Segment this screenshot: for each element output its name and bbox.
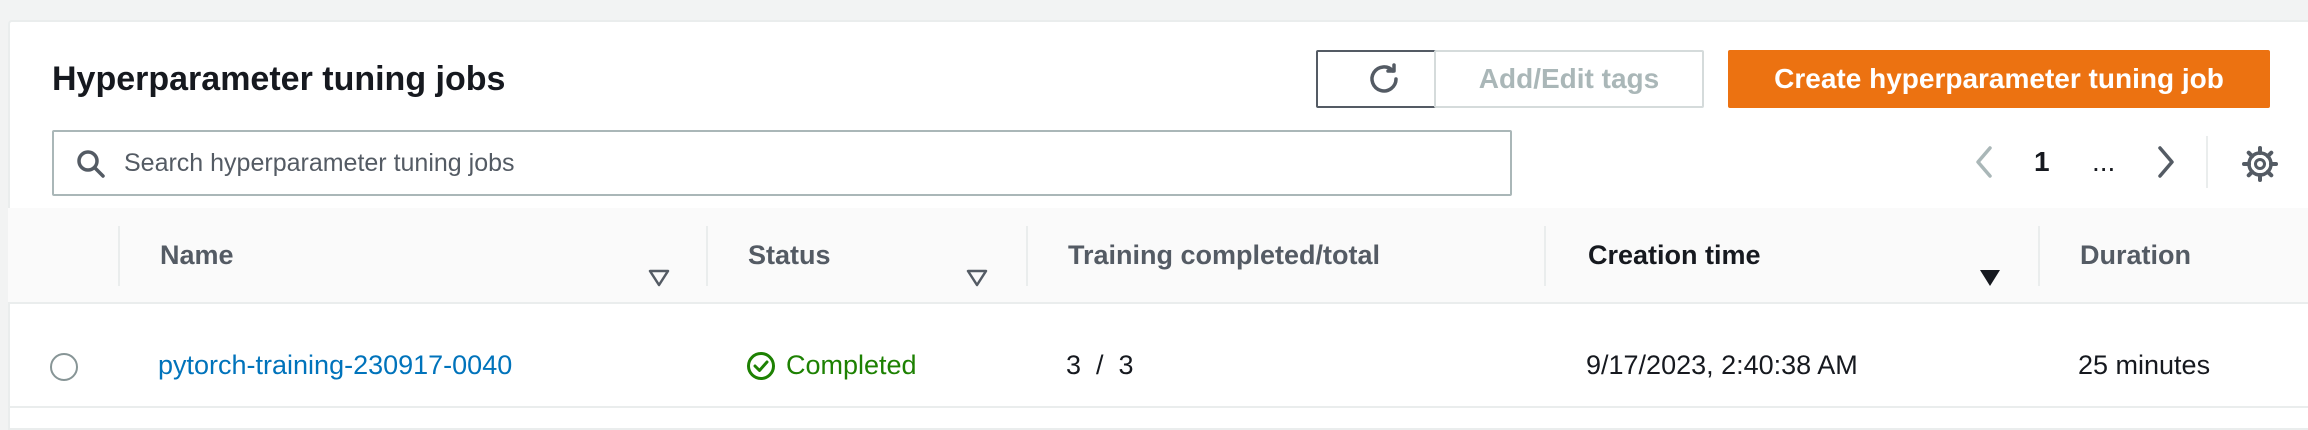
chevron-right-icon	[2158, 146, 2174, 178]
status-badge: Completed	[746, 350, 917, 381]
column-header-status[interactable]: Status	[748, 240, 831, 271]
search-box	[52, 130, 1512, 196]
search-icon	[77, 150, 105, 178]
sort-descending-icon[interactable]	[1978, 268, 2002, 288]
training-count: 3 / 3	[1066, 350, 1134, 380]
column-divider	[1544, 226, 1546, 286]
column-divider	[2038, 226, 2040, 286]
previous-page-button[interactable]	[1972, 142, 2002, 182]
column-divider	[706, 226, 708, 286]
column-header-duration[interactable]: Duration	[2080, 240, 2191, 271]
column-header-creation-time[interactable]: Creation time	[1588, 240, 1761, 271]
duration: 25 minutes	[2078, 350, 2211, 380]
sort-icon[interactable]	[647, 268, 671, 288]
check-circle-icon	[747, 351, 775, 380]
current-page[interactable]: 1	[2034, 142, 2050, 182]
add-edit-tags-button[interactable]: Add/Edit tags	[1434, 50, 1704, 108]
gear-icon[interactable]	[2240, 144, 2280, 184]
column-divider	[118, 226, 120, 286]
column-header-name[interactable]: Name	[160, 240, 234, 271]
search-input[interactable]	[124, 140, 1494, 186]
page-title: Hyperparameter tuning jobs	[52, 60, 506, 98]
create-tuning-job-button[interactable]: Create hyperparameter tuning job	[1728, 50, 2270, 108]
refresh-icon	[1370, 63, 1398, 93]
pagination-ellipsis: ...	[2092, 146, 2116, 177]
sort-icon[interactable]	[965, 268, 989, 288]
column-header-training[interactable]: Training completed/total	[1068, 240, 1380, 271]
column-divider	[1026, 226, 1028, 286]
row-select-radio[interactable]	[50, 353, 78, 381]
pagination-divider	[2206, 136, 2208, 188]
chevron-left-icon	[1976, 146, 1992, 178]
status-text: Completed	[786, 350, 917, 380]
refresh-button[interactable]	[1316, 50, 1452, 108]
creation-time: 9/17/2023, 2:40:38 AM	[1586, 350, 1858, 380]
breadcrumb	[0, 0, 2308, 20]
job-name-link[interactable]: pytorch-training-230917-0040	[158, 350, 512, 381]
next-page-button[interactable]	[2154, 142, 2184, 182]
